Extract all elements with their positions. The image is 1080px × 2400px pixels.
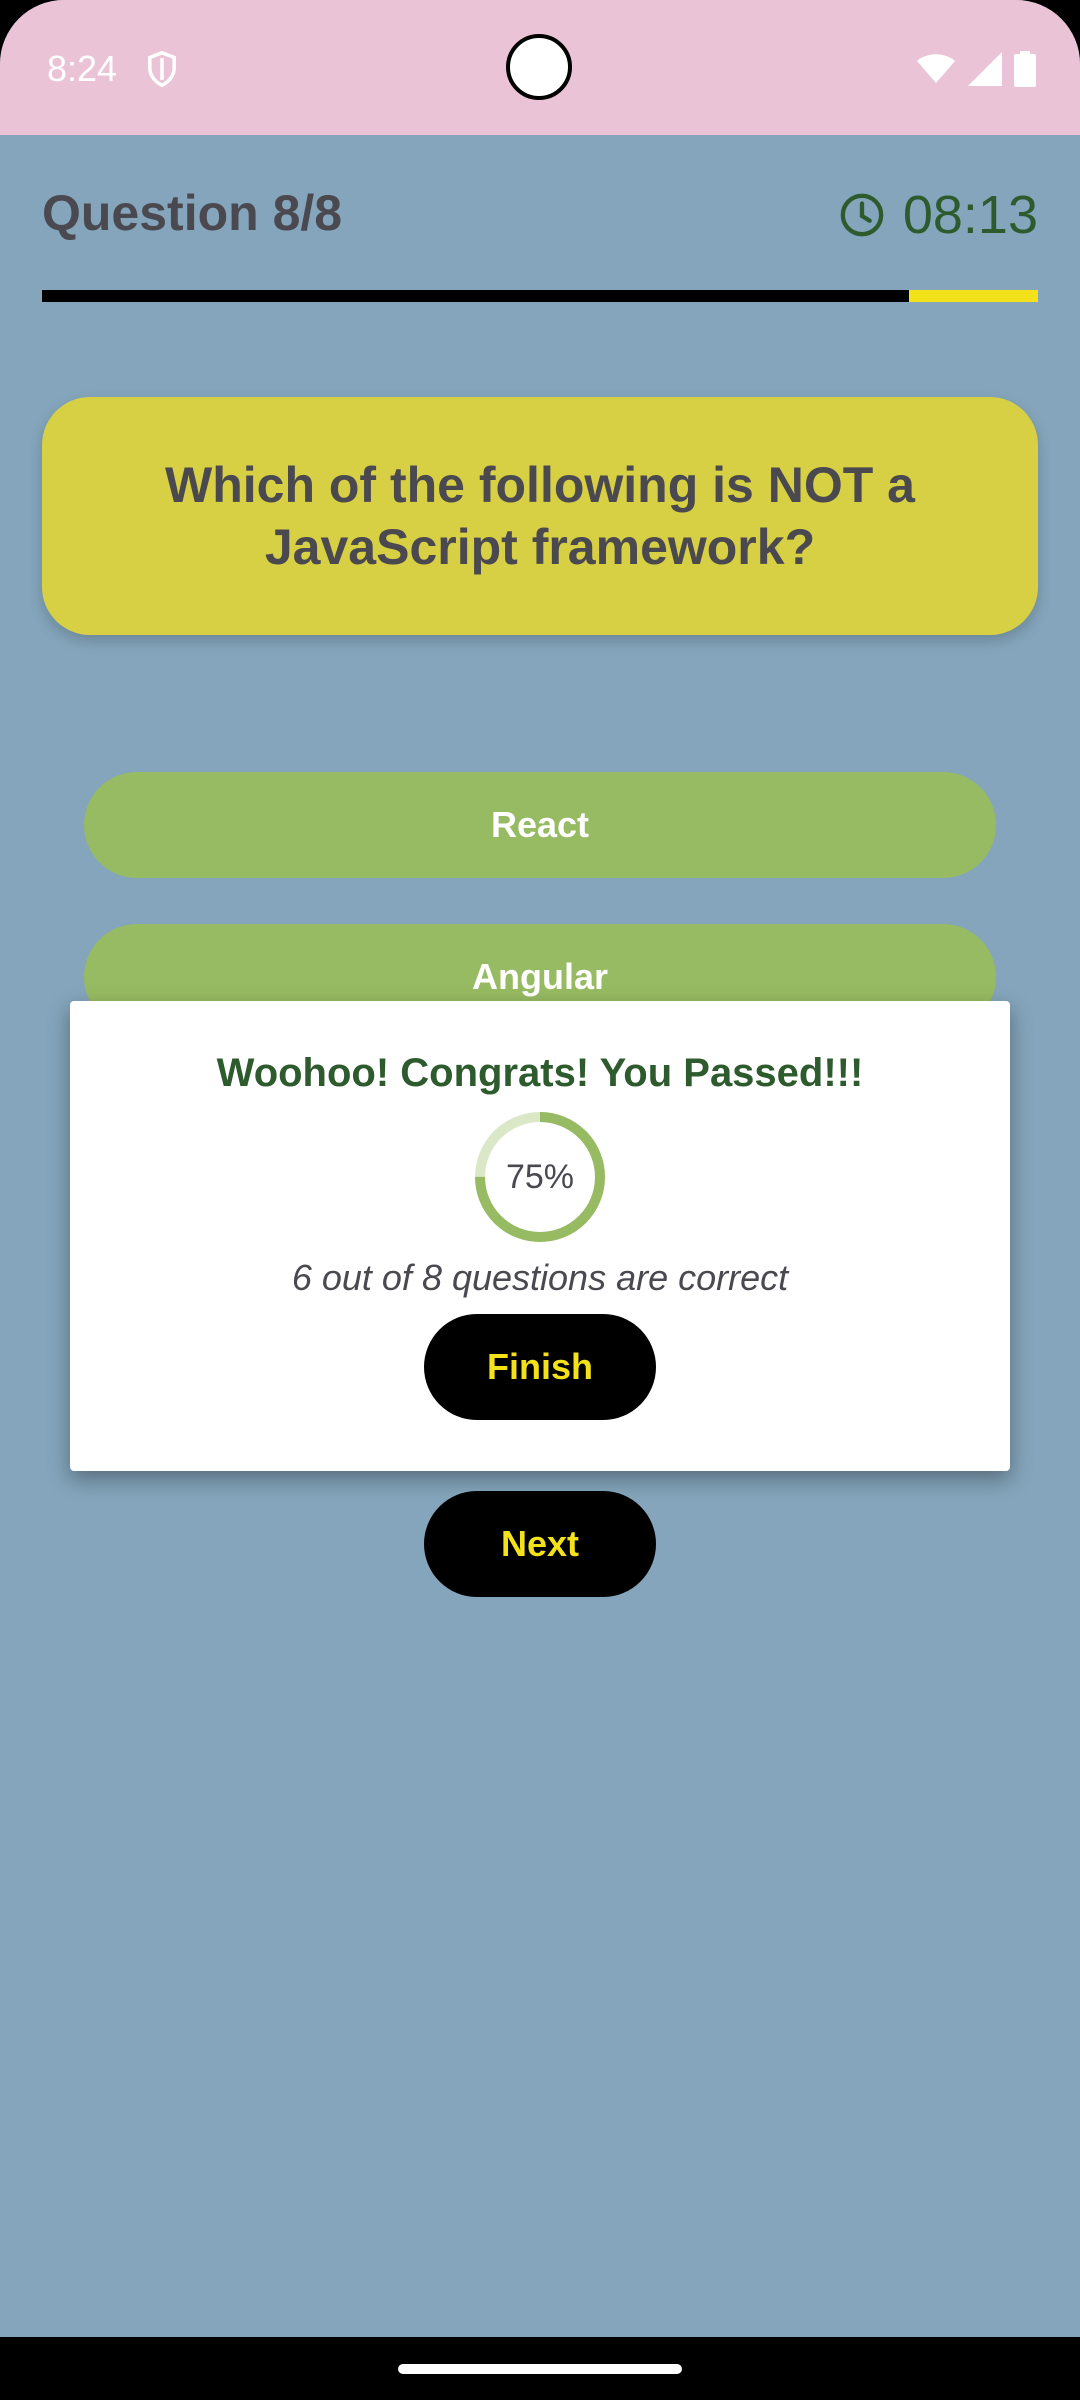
status-bar: 8:24 [0, 0, 1080, 135]
status-icons [916, 50, 1036, 88]
result-summary: 6 out of 8 questions are correct [291, 1257, 789, 1298]
quiz-screen: 8:24 Question 8/8 08:13 Which of the fol… [0, 0, 1080, 2400]
clock-icon [840, 193, 884, 237]
finish-button[interactable]: Finish [424, 1314, 656, 1420]
quiz-progress-bar [42, 290, 1038, 302]
home-indicator[interactable] [398, 2364, 682, 2374]
result-dialog: Woohoo! Congrats! You Passed!!! 75% 6 ou… [70, 1001, 1010, 1471]
score-percent: 75% [505, 1157, 575, 1196]
option-react[interactable]: React [84, 772, 996, 878]
quiz-progress-fill [42, 290, 909, 302]
signal-icon [968, 52, 1002, 86]
score-progress-ring: 75% [473, 1110, 607, 1244]
next-button[interactable]: Next [424, 1491, 656, 1597]
battery-icon [1014, 51, 1036, 87]
dialog-title: Woohoo! Congrats! You Passed!!! [216, 1051, 864, 1095]
question-card: Which of the following is NOT a JavaScri… [42, 397, 1038, 635]
camera-cutout [506, 34, 572, 100]
question-text: Which of the following is NOT a JavaScri… [165, 457, 915, 575]
shield-icon [148, 50, 176, 88]
timer-value: 08:13 [902, 185, 1038, 245]
wifi-icon [917, 54, 955, 83]
timer: 08:13 [839, 184, 1038, 246]
status-time: 8:24 [47, 48, 118, 89]
question-counter: Question 8/8 [42, 185, 343, 241]
